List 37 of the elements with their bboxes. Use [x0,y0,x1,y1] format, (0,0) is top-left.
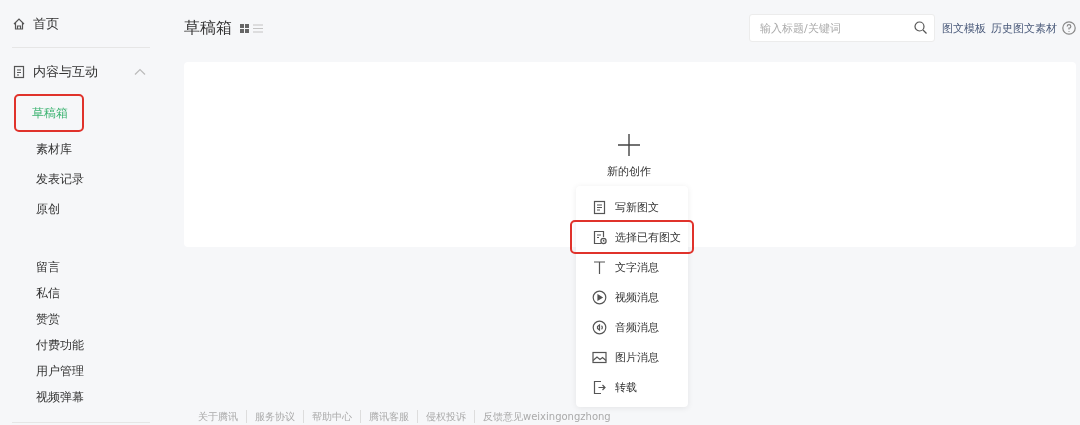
document-icon [592,199,607,215]
menu-item[interactable]: 选择已有图文 [572,222,692,252]
sidebar-item[interactable]: 原创 [32,198,64,220]
audio-circle-icon [592,319,607,335]
search-icon [914,21,927,34]
page-title: 草稿箱 [184,17,232,39]
header-link[interactable]: 历史图文素材 [991,20,1057,36]
document-icon [12,65,26,79]
sidebar-item[interactable]: 私信 [32,282,64,304]
sidebar-item[interactable]: 素材库 [32,138,76,160]
sidebar-item[interactable]: 发表记录 [32,168,88,190]
text-icon [592,259,607,275]
sidebar-label: 首页 [33,15,59,33]
menu-item[interactable]: 写新图文 [576,192,688,222]
play-circle-icon [592,289,607,305]
sidebar-group-label[interactable]: 内容与互动 [33,63,98,81]
repost-icon [592,379,607,395]
help-icon [1062,21,1076,35]
menu-item[interactable]: 图片消息 [576,342,688,372]
sidebar-item[interactable]: 留言 [32,256,64,278]
sidebar-item[interactable]: 付费功能 [32,334,88,356]
menu-item[interactable]: 视频消息 [576,282,688,312]
menu-item[interactable]: 转载 [576,372,688,402]
menu-item[interactable]: 文字消息 [576,252,688,282]
search-field[interactable]: 输入标题/关键词 [749,14,935,42]
header-link[interactable]: 图文模板 [942,20,986,36]
menu-item[interactable]: 音频消息 [576,312,688,342]
document-clock-icon [592,229,607,245]
sidebar-item[interactable]: 赞赏 [32,308,64,330]
sidebar-item[interactable]: 视频弹幕 [32,386,88,408]
grid-view-icon[interactable] [240,23,249,33]
image-icon [592,349,607,365]
home-icon [12,17,26,31]
sidebar-item[interactable]: 用户管理 [32,360,88,382]
create-label[interactable]: 新的创作 [607,164,651,179]
plus-icon[interactable] [618,134,640,156]
sidebar-item[interactable]: 首页 [12,12,150,36]
